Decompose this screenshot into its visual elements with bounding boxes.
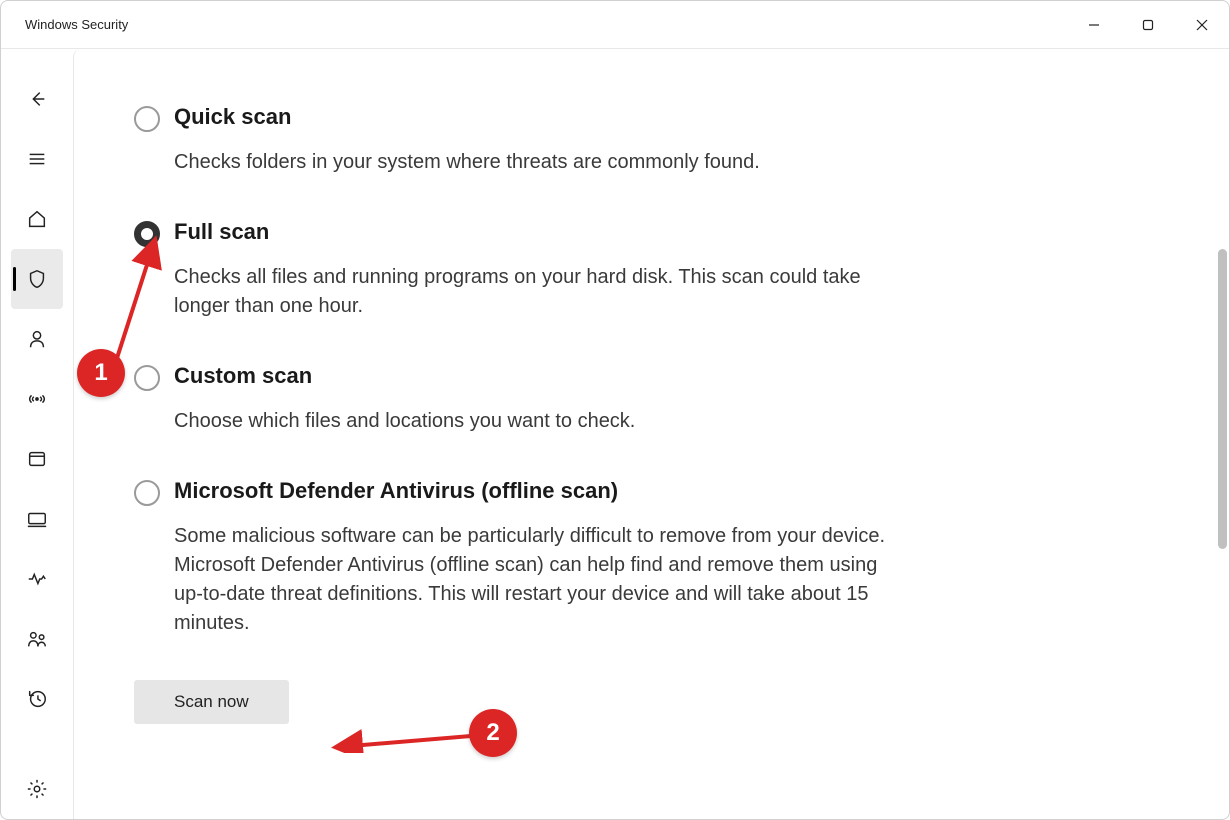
option-title: Custom scan <box>174 363 894 389</box>
sidebar <box>1 49 73 819</box>
window-controls <box>1067 1 1229 48</box>
option-title: Quick scan <box>174 104 894 130</box>
annotation-badge-2: 2 <box>469 709 517 757</box>
scrollbar[interactable] <box>1215 49 1229 819</box>
option-title: Full scan <box>174 219 894 245</box>
sidebar-family-options[interactable] <box>11 609 63 669</box>
minimize-button[interactable] <box>1067 1 1121 48</box>
shield-icon <box>26 268 48 290</box>
titlebar: Windows Security <box>1 1 1229 49</box>
scan-option-offline: Microsoft Defender Antivirus (offline sc… <box>134 478 894 638</box>
option-description: Checks folders in your system where thre… <box>174 148 894 177</box>
window-title: Windows Security <box>25 17 128 32</box>
scrollbar-thumb[interactable] <box>1218 249 1227 549</box>
menu-button[interactable] <box>11 129 63 189</box>
back-button[interactable] <box>11 69 63 129</box>
sidebar-firewall[interactable] <box>11 369 63 429</box>
annotation-badge-1: 1 <box>77 349 125 397</box>
sidebar-settings[interactable] <box>11 759 63 819</box>
scan-option-custom: Custom scan Choose which files and locat… <box>134 363 894 436</box>
option-title: Microsoft Defender Antivirus (offline sc… <box>174 478 894 504</box>
maximize-button[interactable] <box>1121 1 1175 48</box>
scan-now-button[interactable]: Scan now <box>134 680 289 724</box>
sidebar-device-performance[interactable] <box>11 549 63 609</box>
sidebar-app-browser-control[interactable] <box>11 429 63 489</box>
close-button[interactable] <box>1175 1 1229 48</box>
radio-quick-scan[interactable] <box>134 106 160 132</box>
sidebar-home[interactable] <box>11 189 63 249</box>
sidebar-device-security[interactable] <box>11 489 63 549</box>
radio-custom-scan[interactable] <box>134 365 160 391</box>
scan-option-quick: Quick scan Checks folders in your system… <box>134 104 894 177</box>
sidebar-protection-history[interactable] <box>11 669 63 729</box>
radio-full-scan[interactable] <box>134 221 160 247</box>
scan-option-full: Full scan Checks all files and running p… <box>134 219 894 321</box>
radio-offline-scan[interactable] <box>134 480 160 506</box>
sidebar-virus-protection[interactable] <box>11 249 63 309</box>
option-description: Some malicious software can be particula… <box>174 522 894 638</box>
scan-options-panel: Quick scan Checks folders in your system… <box>74 49 1229 819</box>
option-description: Choose which files and locations you wan… <box>174 407 894 436</box>
sidebar-account-protection[interactable] <box>11 309 63 369</box>
option-description: Checks all files and running programs on… <box>174 263 894 321</box>
